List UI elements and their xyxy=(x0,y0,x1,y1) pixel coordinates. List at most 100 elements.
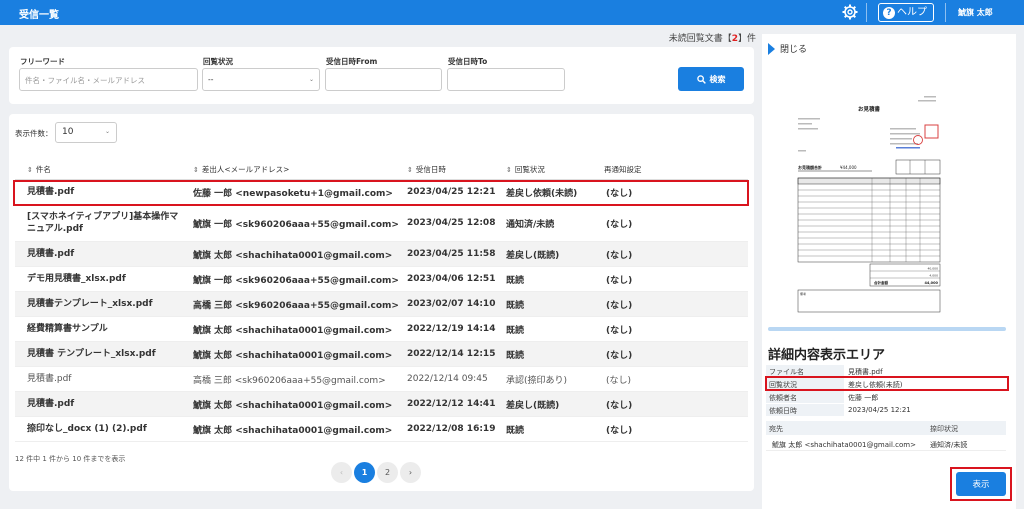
table-row[interactable]: 見積書.pdf 高橋 三郎 <sk960206aaa+55@gmail.com> 2… xyxy=(15,367,748,392)
cell-subject: [スマホネイティブアプリ]基本操作マニュアル.pdf xyxy=(27,211,179,234)
svg-text:4,000: 4,000 xyxy=(929,274,938,278)
page-title: 受信一覧 xyxy=(19,10,59,21)
search-icon xyxy=(696,74,706,84)
cell-date: 2022/12/12 14:41 xyxy=(407,399,496,409)
svg-text:¥44,000: ¥44,000 xyxy=(840,165,857,170)
svg-text:備考: 備考 xyxy=(800,291,806,296)
sort-icon: ⇕ xyxy=(27,166,33,174)
page-1-button[interactable]: 1 xyxy=(354,462,375,483)
cell-sender: 高橋 三郎 <sk960206aaa+55@gmail.com> xyxy=(193,300,399,311)
to-date-input[interactable] xyxy=(447,68,565,91)
table-row[interactable]: 見積書テンプレート_xlsx.pdf 高橋 三郎 <sk960206aaa+55@… xyxy=(15,292,748,317)
cell-date: 2022/12/08 16:19 xyxy=(407,424,496,434)
table-row[interactable]: 見積書.pdf 鯱旗 太郎 <shachihata0001@gmail.com> 2… xyxy=(15,392,748,417)
cell-sender: 鯱旗 太郎 <shachihata0001@gmail.com> xyxy=(193,350,393,361)
triangle-right-icon xyxy=(768,42,775,55)
cell-subject: 捺印なし_docx (1) (2).pdf xyxy=(27,423,147,434)
table-row[interactable]: 見積書.pdf 鯱旗 太郎 <shachihata0001@gmail.com> 2… xyxy=(15,242,748,267)
top-bar: 受信一覧 ? ヘルプ 鯱旗 太郎 xyxy=(0,0,1024,25)
range-text: 12 件中 1 件から 10 件までを表示 xyxy=(15,455,126,463)
cell-date: 2023/04/25 11:58 xyxy=(407,249,496,259)
panel-divider-bar xyxy=(768,327,1006,331)
cell-sender: 高橋 三郎 <sk960206aaa+55@gmail.com> xyxy=(193,375,386,386)
cell-subject: 見積書.pdf xyxy=(27,373,72,384)
table-row[interactable]: [スマホネイティブアプリ]基本操作マニュアル.pdf 鯱旗 一郎 <sk96020… xyxy=(15,205,748,242)
col-date[interactable]: ⇕ 受信日時 xyxy=(407,164,446,175)
help-button[interactable]: ? ヘルプ xyxy=(878,3,934,22)
divider xyxy=(866,3,867,22)
chevron-down-icon: ⌄ xyxy=(104,128,110,135)
cell-status: 差戻し(既読) xyxy=(506,250,560,261)
cell-notify: (なし) xyxy=(606,250,633,261)
table-row[interactable]: 見積書 テンプレート_xlsx.pdf 鯱旗 太郎 <shachihata0001… xyxy=(15,342,748,367)
table-row[interactable]: デモ用見積書_xlsx.pdf 鯱旗 一郎 <sk960206aaa+55@gma… xyxy=(15,267,748,292)
perpage-label: 表示件数： xyxy=(15,129,53,138)
from-date-input[interactable] xyxy=(325,68,442,91)
cell-sender: 鯱旗 一郎 <sk960206aaa+55@gmail.com> xyxy=(193,275,399,286)
cell-subject: 見積書.pdf xyxy=(27,398,75,409)
search-button[interactable]: 検索 xyxy=(678,67,744,91)
document-preview[interactable]: お見積書 お見積額合計 ¥44,000 40,000 4,000 合計金額 44… xyxy=(792,92,946,316)
col-status[interactable]: ⇕ 回覧状況 xyxy=(506,164,545,175)
user-name[interactable]: 鯱旗 太郎 xyxy=(958,7,993,18)
to-label: 受信日時To xyxy=(448,57,488,66)
col-notify: 再通知設定 xyxy=(604,165,642,174)
cell-status: 既読 xyxy=(506,425,525,436)
cell-status: 通知済/未読 xyxy=(506,219,555,230)
cell-sender: 鯱旗 一郎 <sk960206aaa+55@gmail.com> xyxy=(193,219,399,230)
cell-status: 差戻し(既読) xyxy=(506,400,560,411)
chevron-down-icon: ⌄ xyxy=(308,76,314,83)
cell-date: 2023/04/06 12:51 xyxy=(407,274,496,284)
cell-date: 2023/02/07 14:10 xyxy=(407,299,496,309)
cell-notify: (なし) xyxy=(606,400,633,411)
cell-subject: 経費精算書サンプル xyxy=(27,323,108,334)
status-label: 回覧状況 xyxy=(203,57,233,66)
freeword-input[interactable]: 件名・ファイル名・メールアドレス xyxy=(19,68,198,91)
status-select[interactable]: -- ⌄ xyxy=(202,68,320,91)
cell-status: 既読 xyxy=(506,350,525,361)
cell-date: 2023/04/25 12:08 xyxy=(407,218,496,228)
cell-subject: 見積書.pdf xyxy=(27,248,75,259)
table-row[interactable]: 捺印なし_docx (1) (2).pdf 鯱旗 太郎 <shachihata00… xyxy=(15,417,748,442)
cell-subject: デモ用見積書_xlsx.pdf xyxy=(27,273,126,284)
gear-icon[interactable] xyxy=(842,4,858,20)
pager: ‹ 1 2 › xyxy=(331,462,421,483)
cell-sender: 鯱旗 太郎 <shachihata0001@gmail.com> xyxy=(193,425,393,436)
divider xyxy=(945,3,946,22)
cell-sender: 鯱旗 太郎 <shachihata0001@gmail.com> xyxy=(193,400,393,411)
cell-sender: 鯱旗 太郎 <shachihata0001@gmail.com> xyxy=(193,250,393,261)
svg-text:お見積書: お見積書 xyxy=(858,105,881,113)
table-row[interactable]: 経費精算書サンプル 鯱旗 太郎 <shachihata0001@gmail.com… xyxy=(15,317,748,342)
page-2-button[interactable]: 2 xyxy=(377,462,398,483)
svg-text:44,000: 44,000 xyxy=(924,281,938,285)
show-button-highlight xyxy=(950,467,1012,501)
sort-icon: ⇕ xyxy=(193,166,199,174)
list-card: 表示件数： 10 ⌄ ⇕ 件名 ⇕ 差出人<メールアドレス> ⇕ 受信日時 ⇕ 回覧状況… xyxy=(9,114,754,491)
col-subject[interactable]: ⇕ 件名 xyxy=(27,164,51,175)
search-card: フリーワード 件名・ファイル名・メールアドレス 回覧状況 -- ⌄ 受信日時Fr… xyxy=(9,47,754,104)
table-header: ⇕ 件名 ⇕ 差出人<メールアドレス> ⇕ 受信日時 ⇕ 回覧状況 再通知設定 xyxy=(15,156,748,180)
close-panel-button[interactable]: 閉じる xyxy=(768,42,807,55)
from-label: 受信日時From xyxy=(326,57,378,66)
cell-notify: (なし) xyxy=(606,425,633,436)
status-highlight xyxy=(765,376,1009,391)
detail-row: 依頼日時 2023/04/25 12:21 xyxy=(766,404,1006,416)
cell-status: 既読 xyxy=(506,275,525,286)
svg-text:合計金額: 合計金額 xyxy=(873,280,888,285)
detail-row: 依頼者名 佐藤 一郎 xyxy=(766,391,1006,403)
cell-date: 2022/12/14 09:45 xyxy=(407,374,488,384)
freeword-label: フリーワード xyxy=(20,57,65,66)
cell-status: 既読 xyxy=(506,300,525,311)
cell-status: 既読 xyxy=(506,325,525,336)
recipient-header: 宛先 捺印状況 xyxy=(766,421,1006,435)
cell-sender: 鯱旗 太郎 <shachihata0001@gmail.com> xyxy=(193,325,393,336)
prev-page-button[interactable]: ‹ xyxy=(331,462,352,483)
sort-icon: ⇕ xyxy=(407,166,413,174)
cell-date: 2022/12/14 12:15 xyxy=(407,349,496,359)
col-sender[interactable]: ⇕ 差出人<メールアドレス> xyxy=(193,164,289,175)
cell-notify: (なし) xyxy=(606,325,633,336)
next-page-button[interactable]: › xyxy=(400,462,421,483)
status-value: -- xyxy=(208,75,214,84)
perpage-select[interactable]: 10 ⌄ xyxy=(55,122,117,143)
question-icon: ? xyxy=(883,6,895,19)
